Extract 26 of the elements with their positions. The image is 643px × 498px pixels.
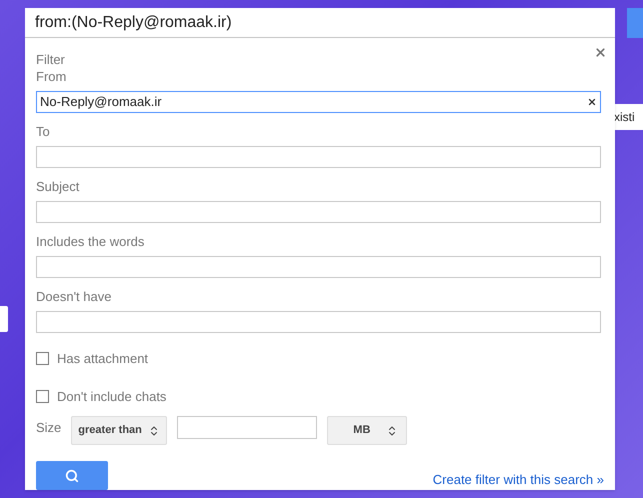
close-button[interactable] [594, 46, 607, 59]
search-button[interactable] [36, 461, 108, 490]
search-field[interactable]: from:(No-Reply@romaak.ir) [25, 8, 615, 38]
field-label: Doesn't have [36, 288, 112, 305]
checkbox[interactable] [36, 352, 49, 366]
side-text: xisti [612, 104, 643, 130]
checkbox[interactable] [36, 390, 49, 403]
unit-dropdown[interactable]: MB [327, 416, 408, 445]
text-field[interactable] [36, 256, 601, 278]
create-filter-link[interactable]: Create filter with this search » [432, 470, 604, 489]
operator-dropdown[interactable]: greater than [71, 416, 168, 445]
size-label: Size [36, 419, 62, 437]
clear-icon[interactable] [587, 97, 597, 107]
size-field[interactable] [177, 416, 318, 439]
panel-title: Filter [36, 51, 66, 68]
text-field[interactable] [36, 201, 601, 223]
search-icon [65, 468, 79, 482]
text-field[interactable] [36, 146, 601, 168]
text-field[interactable] [36, 311, 601, 333]
field-label: To [36, 123, 51, 140]
field-label: Includes the words [36, 233, 146, 250]
field-label: Subject [36, 178, 80, 195]
field-label: From [36, 68, 68, 85]
checkbox-label: Don't include chats [57, 388, 166, 406]
text-field[interactable]: No-Reply@romaak.ir [36, 91, 601, 113]
checkbox-label: Has attachment [57, 350, 148, 368]
